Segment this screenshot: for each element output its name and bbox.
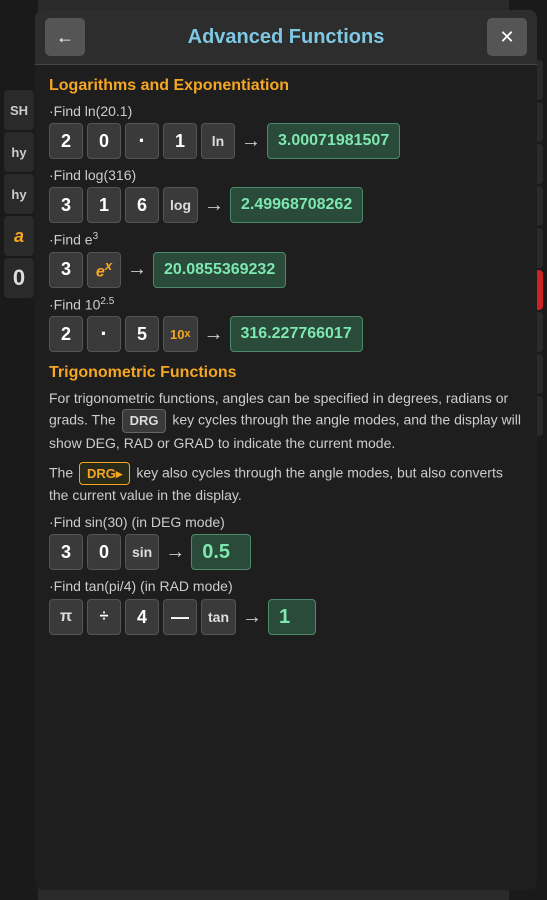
log-result: 2.49968708262	[230, 187, 363, 223]
arrow-6: →	[242, 606, 262, 629]
key-1b[interactable]: 1	[87, 187, 121, 223]
key-log[interactable]: log	[163, 187, 198, 223]
key-10x[interactable]: 10x	[163, 316, 198, 352]
pow10-result: 316.227766017	[230, 316, 363, 352]
key-pi[interactable]: π	[49, 599, 83, 635]
arrow-2: →	[204, 194, 224, 217]
page-title: Advanced Functions	[85, 26, 487, 49]
exp-e-result: 20.0855369232	[153, 252, 286, 288]
pow10-equation: 2 · 5 10x → 316.227766017	[49, 316, 523, 352]
scroll-content[interactable]: Logarithms and Exponentiation ·Find ln(2…	[35, 65, 537, 890]
tan-result: 1	[268, 599, 316, 635]
key-minus[interactable]: —	[163, 599, 197, 635]
exp-e-label: ·Find e3	[49, 231, 523, 248]
sh-button[interactable]: SH	[4, 90, 34, 130]
back-button[interactable]: ←	[45, 18, 85, 56]
trig-desc-2: The DRG▸ key also cycles through the ang…	[49, 462, 523, 507]
key-4[interactable]: 4	[125, 599, 159, 635]
key-0b[interactable]: 0	[87, 534, 121, 570]
hy2-button[interactable]: hy	[4, 174, 34, 214]
arrow-4: →	[204, 323, 224, 346]
pow10-label: ·Find 102.5	[49, 296, 523, 313]
modal-header: ← Advanced Functions ✕	[35, 10, 537, 65]
close-icon: ✕	[499, 27, 514, 48]
key-2b[interactable]: 2	[49, 316, 83, 352]
ln-equation: 2 0 · 1 ln → 3.00071981507	[49, 123, 523, 159]
trig-section-title: Trigonometric Functions	[49, 364, 523, 382]
drg-arrow-key[interactable]: DRG▸	[79, 462, 130, 486]
key-3c[interactable]: 3	[49, 534, 83, 570]
hy-button[interactable]: hy	[4, 132, 34, 172]
key-sin[interactable]: sin	[125, 534, 159, 570]
sin30-equation: 3 0 sin → 0.5	[49, 534, 523, 570]
key-div[interactable]: ÷	[87, 599, 121, 635]
arrow-1: →	[241, 130, 261, 153]
zero-button[interactable]: 0	[4, 258, 34, 298]
drg-basic-key[interactable]: DRG	[122, 409, 167, 433]
arrow-5: →	[165, 541, 185, 564]
key-1[interactable]: 1	[163, 123, 197, 159]
key-3[interactable]: 3	[49, 187, 83, 223]
tan-equation: π ÷ 4 — tan → 1	[49, 598, 523, 636]
key-5[interactable]: 5	[125, 316, 159, 352]
ln-result: 3.00071981507	[267, 123, 400, 159]
key-6[interactable]: 6	[125, 187, 159, 223]
arrow-3: →	[127, 258, 147, 281]
key-dot[interactable]: ·	[125, 123, 159, 159]
left-sidebar: SH hy hy a 0	[0, 0, 38, 900]
exp-e-equation: 3 ex → 20.0855369232	[49, 252, 523, 288]
sin30-result: 0.5	[191, 534, 251, 570]
trig-desc-1: For trigonometric functions, angles can …	[49, 388, 523, 454]
key-ln[interactable]: ln	[201, 123, 235, 159]
a-button[interactable]: a	[4, 216, 34, 256]
ln-label: ·Find ln(20.1)	[49, 103, 523, 119]
trig-section: Trigonometric Functions For trigonometri…	[49, 364, 523, 636]
log-equation: 3 1 6 log → 2.49968708262	[49, 187, 523, 223]
modal: ← Advanced Functions ✕ Logarithms and Ex…	[35, 10, 537, 890]
log-label: ·Find log(316)	[49, 167, 523, 183]
tan-label: ·Find tan(pi/4) (in RAD mode)	[49, 578, 523, 594]
back-icon: ←	[56, 27, 74, 48]
key-dot2[interactable]: ·	[87, 316, 121, 352]
key-3b[interactable]: 3	[49, 252, 83, 288]
sin30-label: ·Find sin(30) (in DEG mode)	[49, 514, 523, 530]
key-tan[interactable]: tan	[201, 599, 236, 635]
log-section-title: Logarithms and Exponentiation	[49, 77, 523, 95]
close-button[interactable]: ✕	[487, 18, 527, 56]
key-0[interactable]: 0	[87, 123, 121, 159]
key-ex[interactable]: ex	[87, 252, 121, 288]
key-2[interactable]: 2	[49, 123, 83, 159]
